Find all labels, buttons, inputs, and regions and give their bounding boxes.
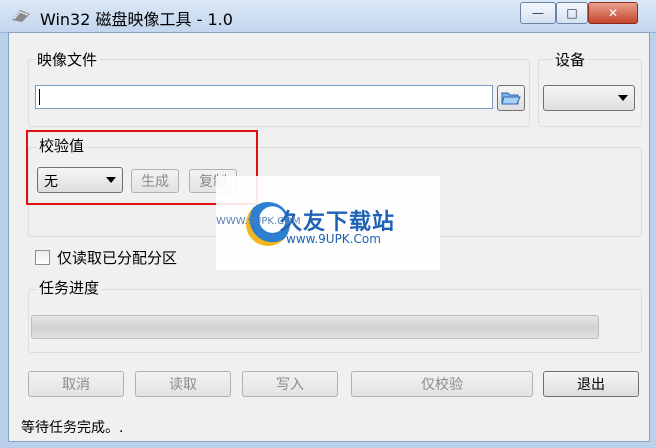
- watermark: 久友下载站 www.9UPK.Com WWW.9UPK.COM: [216, 176, 440, 270]
- browse-button[interactable]: [497, 85, 525, 111]
- verify-only-button[interactable]: 仅校验: [351, 371, 533, 397]
- close-icon: ✕: [607, 6, 619, 20]
- watermark-url: www.9UPK.Com: [286, 232, 381, 246]
- text-caret: [39, 89, 40, 105]
- device-select[interactable]: [543, 85, 635, 111]
- progress-bar: [31, 315, 599, 339]
- status-text: 等待任务完成。.: [21, 420, 124, 436]
- image-path-input[interactable]: [35, 85, 493, 109]
- folder-open-icon: [501, 92, 521, 105]
- read-button[interactable]: 读取: [135, 371, 231, 397]
- app-icon: [12, 10, 30, 22]
- read-only-checkbox[interactable]: [35, 250, 50, 265]
- minimize-button[interactable]: —: [520, 2, 556, 24]
- maximize-icon: □: [566, 6, 578, 20]
- watermark-small-text: WWW.9UPK.COM: [216, 216, 301, 227]
- close-button[interactable]: ✕: [588, 2, 638, 24]
- write-button[interactable]: 写入: [242, 371, 338, 397]
- status-bar: 等待任务完成。.: [9, 405, 649, 441]
- read-only-label: 仅读取已分配分区: [57, 249, 178, 267]
- window-title: Win32 磁盘映像工具 - 1.0: [40, 10, 233, 29]
- exit-button[interactable]: 退出: [543, 371, 639, 397]
- minimize-icon: —: [532, 6, 544, 20]
- device-label: 设备: [553, 49, 588, 70]
- image-file-label: 映像文件: [35, 49, 100, 70]
- progress-label: 任务进度: [37, 277, 102, 298]
- dropdown-arrow-icon: [618, 95, 628, 101]
- cancel-button[interactable]: 取消: [28, 371, 124, 397]
- maximize-button[interactable]: □: [556, 2, 588, 24]
- title-bar: Win32 磁盘映像工具 - 1.0 — □ ✕: [0, 0, 656, 33]
